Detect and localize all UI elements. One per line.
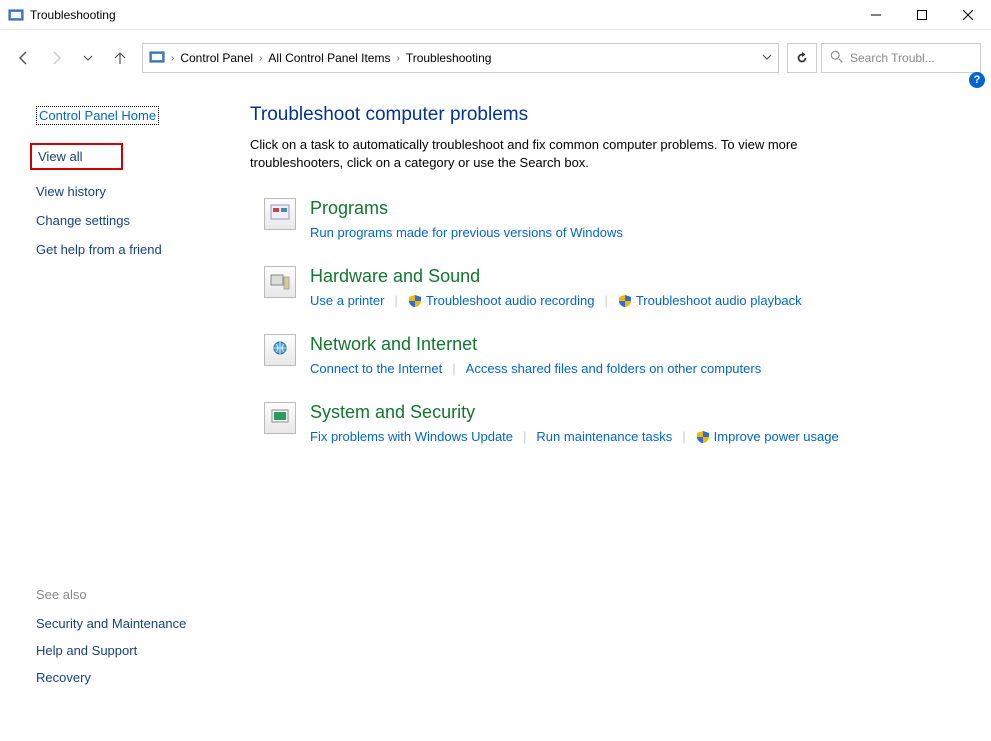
page-title: Troubleshoot computer problems: [250, 104, 961, 126]
address-bar[interactable]: › Control Panel › All Control Panel Item…: [142, 43, 779, 73]
system-link-maint[interactable]: Run maintenance tasks: [536, 429, 672, 444]
see-also-header: See also: [36, 587, 240, 602]
hardware-link-audio-play[interactable]: Troubleshoot audio playback: [636, 293, 802, 308]
navbar: › Control Panel › All Control Panel Item…: [0, 40, 991, 76]
address-dropdown[interactable]: [762, 51, 772, 65]
forward-button[interactable]: [42, 44, 70, 72]
help-icon[interactable]: ?: [969, 72, 985, 88]
category-system: System and Security Fix problems with Wi…: [264, 402, 961, 444]
network-title[interactable]: Network and Internet: [310, 334, 961, 355]
separator: |: [682, 429, 685, 444]
main-panel: ? Troubleshoot computer problems Click o…: [240, 76, 991, 741]
addr-icon: [149, 49, 165, 68]
separator: |: [394, 293, 397, 308]
programs-title[interactable]: Programs: [310, 198, 961, 219]
see-also-help[interactable]: Help and Support: [36, 643, 240, 658]
programs-link-compat[interactable]: Run programs made for previous versions …: [310, 225, 623, 240]
hardware-icon: [264, 266, 296, 298]
system-icon: [264, 402, 296, 434]
shield-icon: [618, 294, 632, 308]
refresh-button[interactable]: [787, 43, 817, 73]
see-also-recovery[interactable]: Recovery: [36, 670, 240, 685]
breadcrumb-seg-1[interactable]: Control Panel: [180, 51, 253, 65]
system-link-wu[interactable]: Fix problems with Windows Update: [310, 429, 513, 444]
sidebar-view-all[interactable]: View all: [30, 143, 123, 170]
see-also-security[interactable]: Security and Maintenance: [36, 616, 240, 631]
category-network: Network and Internet Connect to the Inte…: [264, 334, 961, 376]
recent-dropdown[interactable]: [74, 44, 102, 72]
sidebar-view-history[interactable]: View history: [36, 184, 240, 199]
shield-icon: [408, 294, 422, 308]
separator: |: [523, 429, 526, 444]
control-panel-home-link[interactable]: Control Panel Home: [36, 106, 159, 125]
system-title[interactable]: System and Security: [310, 402, 961, 423]
programs-icon: [264, 198, 296, 230]
category-programs: Programs Run programs made for previous …: [264, 198, 961, 240]
network-link-shared[interactable]: Access shared files and folders on other…: [466, 361, 762, 376]
network-icon: [264, 334, 296, 366]
minimize-button[interactable]: [853, 0, 899, 30]
breadcrumb: Control Panel › All Control Panel Items …: [180, 51, 758, 65]
search-input[interactable]: [850, 51, 972, 65]
hardware-link-audio-rec[interactable]: Troubleshoot audio recording: [426, 293, 595, 308]
chevron-right-icon: ›: [169, 53, 176, 64]
category-hardware: Hardware and Sound Use a printer | Troub…: [264, 266, 961, 308]
search-icon: [830, 50, 844, 67]
chevron-right-icon[interactable]: ›: [257, 53, 264, 64]
chevron-right-icon[interactable]: ›: [394, 53, 401, 64]
breadcrumb-seg-3[interactable]: Troubleshooting: [406, 51, 492, 65]
search-box[interactable]: [821, 43, 981, 73]
window-title: Troubleshooting: [30, 8, 853, 22]
network-link-connect[interactable]: Connect to the Internet: [310, 361, 442, 376]
breadcrumb-seg-2[interactable]: All Control Panel Items: [268, 51, 390, 65]
sidebar: Control Panel Home View all View history…: [0, 76, 240, 741]
see-also-section: See also Security and Maintenance Help a…: [36, 587, 240, 721]
separator: |: [452, 361, 455, 376]
hardware-title[interactable]: Hardware and Sound: [310, 266, 961, 287]
page-description: Click on a task to automatically trouble…: [250, 136, 890, 172]
sidebar-get-help[interactable]: Get help from a friend: [36, 242, 240, 257]
hardware-link-printer[interactable]: Use a printer: [310, 293, 384, 308]
app-icon: [8, 7, 24, 23]
shield-icon: [696, 430, 710, 444]
system-link-power[interactable]: Improve power usage: [714, 429, 839, 444]
separator: |: [604, 293, 607, 308]
back-button[interactable]: [10, 44, 38, 72]
titlebar: Troubleshooting: [0, 0, 991, 30]
close-button[interactable]: [945, 0, 991, 30]
sidebar-change-settings[interactable]: Change settings: [36, 213, 240, 228]
up-button[interactable]: [106, 44, 134, 72]
maximize-button[interactable]: [899, 0, 945, 30]
